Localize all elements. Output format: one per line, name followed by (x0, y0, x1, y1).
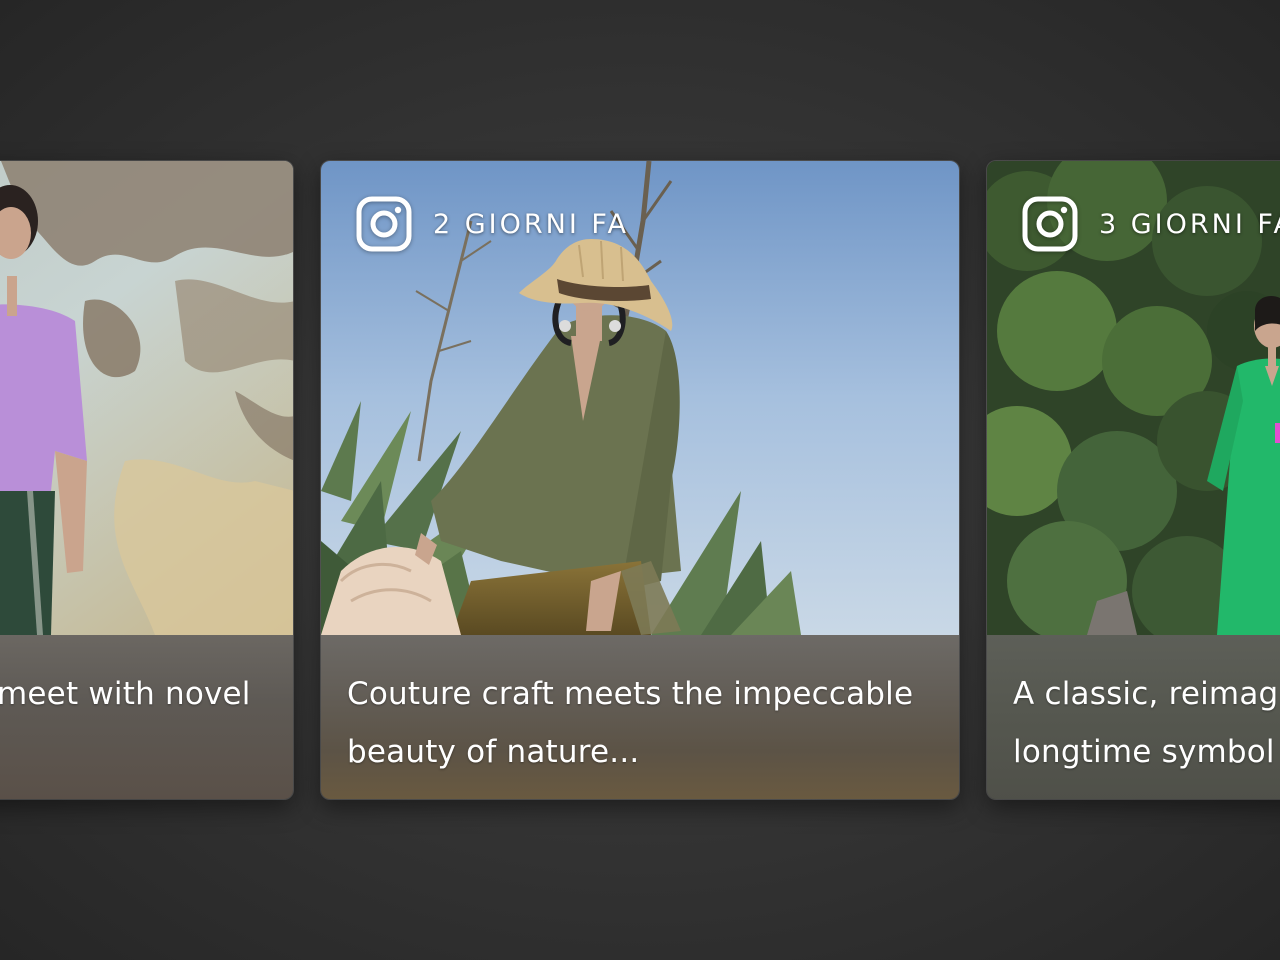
feed-card-previous[interactable]: meet with novel (0, 160, 294, 800)
caption-panel: meet with novel (0, 635, 293, 799)
caption-line-1: A classic, reimag (1013, 676, 1279, 712)
caption-panel: A classic, reimag longtime symbol (987, 635, 1280, 799)
post-caption: Couture craft meets the impeccable beaut… (347, 665, 929, 781)
instagram-icon (356, 196, 412, 252)
caption-line-1: Couture craft meets the impeccable (347, 676, 914, 712)
post-time-label: 3 GIORNI FA (1099, 208, 1280, 240)
post-image (0, 161, 293, 635)
caption-line-2: beauty of nature... (347, 734, 640, 770)
caption-panel: Couture craft meets the impeccable beaut… (321, 635, 959, 799)
feed-card-next[interactable]: A classic, reimag longtime symbol 3 GIOR… (986, 160, 1280, 800)
caption-line-2: longtime symbol (1013, 734, 1275, 770)
post-caption: meet with novel (0, 676, 251, 712)
post-time-label: 2 GIORNI FA (433, 208, 629, 240)
post-caption: A classic, reimag longtime symbol (1013, 665, 1280, 781)
post-meta: 2 GIORNI FA (355, 195, 629, 253)
post-meta: 3 GIORNI FA (1021, 195, 1280, 253)
instagram-icon (1022, 196, 1078, 252)
instagram-feed-carousel[interactable]: meet with novel Couture craft meets the … (0, 0, 1280, 960)
feed-card-current[interactable]: Couture craft meets the impeccable beaut… (320, 160, 960, 800)
